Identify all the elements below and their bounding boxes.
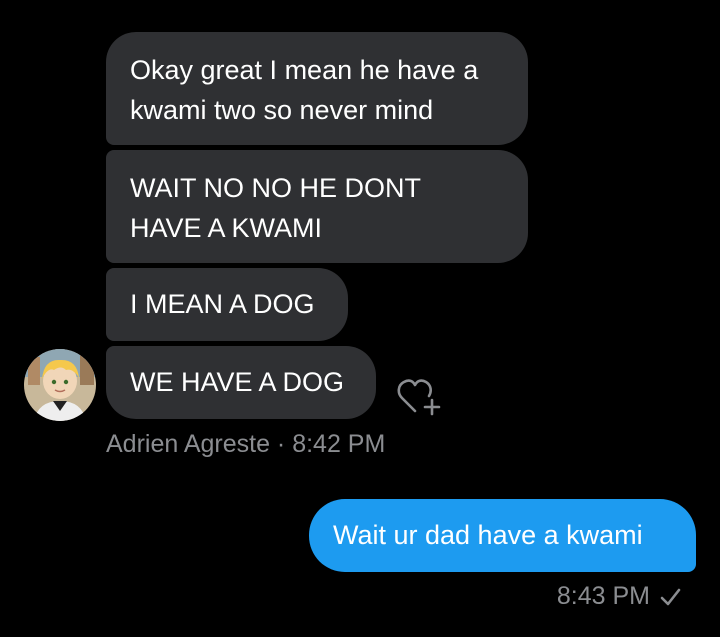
message-text-line: Okay great I mean he have a xyxy=(130,55,479,85)
check-icon xyxy=(658,585,682,609)
sent-message-text: Wait ur dad have a kwami xyxy=(333,520,643,550)
sent-message-bubble[interactable]: Wait ur dad have a kwami xyxy=(309,499,696,572)
sent-time: 8:43 PM xyxy=(556,582,650,610)
message-bubble-2[interactable]: WAIT NO NO HE DONT HAVE A KWAMI xyxy=(106,150,528,263)
message-bubble-4[interactable]: WE HAVE A DOG xyxy=(106,346,376,419)
message-text-line: I MEAN A DOG xyxy=(130,289,315,319)
message-bubble-3[interactable]: I MEAN A DOG xyxy=(106,268,348,341)
sender-meta: Adrien Agreste · 8:42 PM xyxy=(106,430,386,458)
message-text-line: HAVE A KWAMI xyxy=(130,213,323,243)
message-bubble-1[interactable]: Okay great I mean he have a kwami two so… xyxy=(106,32,528,145)
message-text-line: WAIT NO NO HE DONT xyxy=(130,173,422,203)
message-text-line: WE HAVE A DOG xyxy=(130,367,345,397)
avatar[interactable] xyxy=(24,349,96,421)
heart-plus-icon[interactable] xyxy=(396,376,442,418)
message-text-line: kwami two so never mind xyxy=(130,95,434,125)
sent-meta: 8:43 PM xyxy=(557,582,682,611)
